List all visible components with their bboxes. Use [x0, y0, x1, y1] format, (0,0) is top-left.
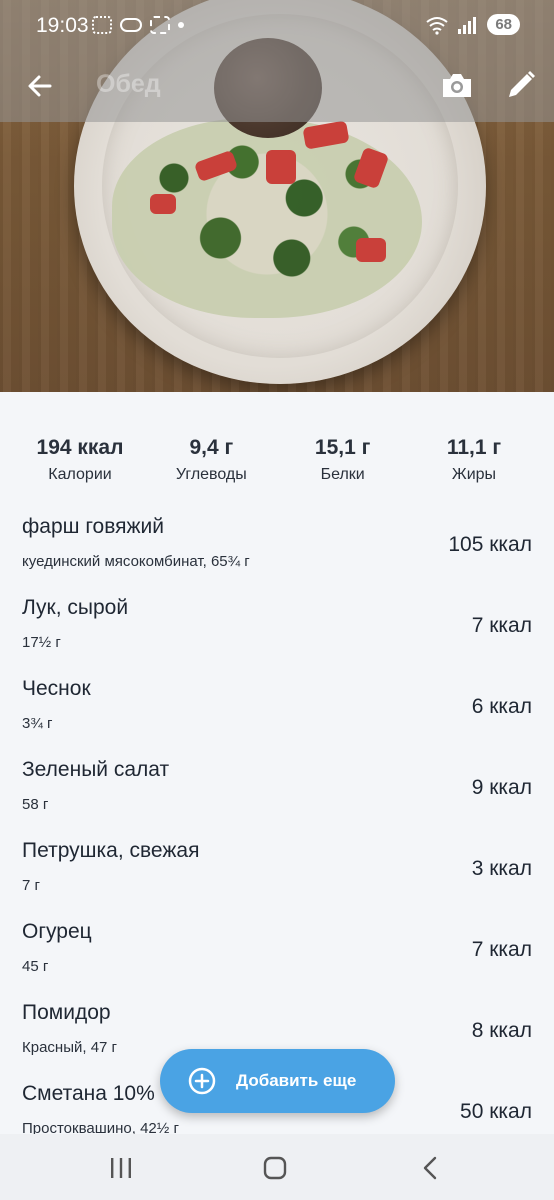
food-detail: 58 г	[22, 796, 49, 813]
nutrition-summary: 194 ккал Калории 9,4 г Углеводы 15,1 г Б…	[0, 392, 554, 500]
add-more-button[interactable]: Добавить еще	[160, 1049, 395, 1113]
salad	[112, 118, 422, 318]
nav-back-icon[interactable]	[420, 1156, 440, 1180]
stat-label: Жиры	[451, 466, 497, 483]
food-name: Чеснок	[22, 677, 91, 700]
food-detail: 3¾ г	[22, 715, 53, 732]
stat-label: Углеводы	[175, 466, 247, 483]
recents-icon[interactable]	[108, 1156, 134, 1180]
battery-indicator: 68	[487, 14, 520, 35]
pencil-icon[interactable]	[504, 68, 538, 102]
food-kcal: 3 ккал	[471, 857, 532, 880]
list-item[interactable]: Зеленый салат 58 г 9 ккал	[0, 748, 554, 829]
food-kcal: 105 ккал	[448, 533, 532, 556]
plus-circle-icon	[188, 1067, 216, 1095]
cloud-icon	[120, 18, 142, 32]
stat-fat: 11,1 г Жиры	[414, 392, 534, 500]
signal-icon	[458, 16, 477, 34]
list-item[interactable]: Петрушка, свежая 7 г 3 ккал	[0, 829, 554, 910]
food-kcal: 50 ккал	[460, 1100, 532, 1123]
system-nav-bar	[0, 1134, 554, 1200]
food-name: Сметана 10%	[22, 1082, 155, 1105]
more-notifications-icon	[178, 22, 184, 28]
stat-protein: 15,1 г Белки	[283, 392, 403, 500]
add-more-label: Добавить еще	[236, 1071, 357, 1090]
status-bar: 19:03 68	[0, 0, 554, 54]
food-kcal: 7 ккал	[471, 938, 532, 961]
food-detail: Красный, 47 г	[22, 1039, 118, 1056]
status-time: 19:03	[36, 14, 89, 37]
stat-carbs: 9,4 г Углеводы	[151, 392, 271, 500]
app-notification-icon	[92, 16, 112, 34]
scan-icon	[150, 16, 170, 34]
back-arrow-icon[interactable]	[24, 70, 56, 102]
stat-label: Белки	[320, 466, 365, 483]
food-detail: куединский мясокомбинат, 65¾ г	[22, 553, 250, 570]
list-item[interactable]: фарш говяжий куединский мясокомбинат, 65…	[0, 505, 554, 586]
food-detail: 17½ г	[22, 634, 61, 651]
stat-value: 15,1 г	[314, 436, 371, 459]
food-detail: 7 г	[22, 877, 40, 894]
wifi-icon	[426, 16, 448, 35]
food-kcal: 7 ккал	[471, 614, 532, 637]
food-name: Зеленый салат	[22, 758, 170, 781]
food-name: фарш говяжий	[22, 515, 164, 538]
list-item[interactable]: Огурец 45 г 7 ккал	[0, 910, 554, 991]
stat-label: Калории	[48, 466, 112, 483]
stat-value: 11,1 г	[446, 436, 502, 459]
stat-value: 9,4 г	[189, 436, 234, 459]
list-item[interactable]: Чеснок 3¾ г 6 ккал	[0, 667, 554, 748]
list-item[interactable]: Лук, сырой 17½ г 7 ккал	[0, 586, 554, 667]
food-detail: 45 г	[22, 958, 49, 975]
stat-value: 194 ккал	[36, 436, 124, 459]
food-kcal: 8 ккал	[471, 1019, 532, 1042]
food-name: Огурец	[22, 920, 92, 943]
notification-icons	[92, 16, 184, 34]
food-name: Петрушка, свежая	[22, 839, 200, 862]
food-kcal: 9 ккал	[471, 776, 532, 799]
food-kcal: 6 ккал	[471, 695, 532, 718]
food-name: Помидор	[22, 1001, 111, 1024]
app-bar: Обед	[0, 56, 554, 116]
food-name: Лук, сырой	[22, 596, 129, 619]
stat-calories: 194 ккал Калории	[20, 392, 140, 500]
system-icons: 68	[425, 14, 520, 35]
camera-icon[interactable]	[440, 70, 474, 100]
home-icon[interactable]	[262, 1156, 288, 1180]
page-title: Обед	[96, 70, 161, 98]
